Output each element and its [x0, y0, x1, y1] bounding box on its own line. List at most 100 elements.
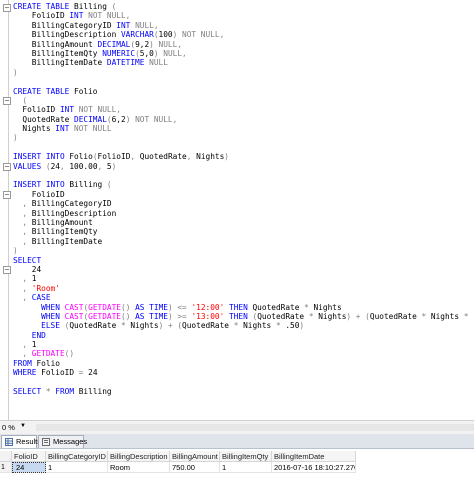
- column-header[interactable]: BillingCategoryID: [46, 451, 108, 462]
- tab-messages[interactable]: Messages: [38, 435, 87, 448]
- code-line[interactable]: BillingDescription VARCHAR(100) NOT NULL…: [13, 30, 474, 39]
- code-line[interactable]: WHEN CAST(GETDATE() AS TIME) <= '12:00' …: [13, 303, 474, 312]
- horizontal-scrollbar[interactable]: [36, 424, 474, 431]
- code-token: INT: [59, 105, 79, 115]
- code-line[interactable]: , CASE: [13, 293, 474, 302]
- code-line[interactable]: FolioID: [13, 190, 474, 199]
- code-line[interactable]: ELSE (QuotedRate * Nights) + (QuotedRate…: [13, 321, 474, 330]
- code-line[interactable]: WHEN CAST(GETDATE() AS TIME) >= '13:00' …: [13, 312, 474, 321]
- sql-editor[interactable]: − − − − − CREATE TABLE Billing ( FolioID…: [0, 0, 474, 420]
- code-line[interactable]: BillingItemDate DATETIME NULL: [13, 58, 474, 67]
- code-line[interactable]: FolioID INT NOT NULL,: [13, 105, 474, 114]
- code-line[interactable]: [13, 171, 474, 180]
- grid-cell[interactable]: 24: [12, 462, 46, 473]
- code-line[interactable]: END: [13, 331, 474, 340]
- collapse-toggle-icon[interactable]: −: [3, 4, 11, 12]
- code-token: ,: [97, 161, 107, 171]
- collapse-toggle-icon[interactable]: −: [3, 266, 11, 274]
- code-line[interactable]: CREATE TABLE Billing (: [13, 2, 474, 11]
- code-token: QuotedRate: [69, 321, 121, 331]
- code-token: ) NOT NULL,: [172, 30, 225, 40]
- code-line[interactable]: BillingAmount DECIMAL(9,2) NULL,: [13, 40, 474, 49]
- code-line[interactable]: , GETDATE(): [13, 349, 474, 358]
- code-line[interactable]: (: [13, 96, 474, 105]
- code-line[interactable]: 24: [13, 265, 474, 274]
- code-line[interactable]: , 1: [13, 340, 474, 349]
- code-token: DECIMAL: [74, 114, 107, 124]
- code-line[interactable]: ): [13, 246, 474, 255]
- column-header[interactable]: BillingItemQty: [220, 451, 272, 462]
- collapse-toggle-icon[interactable]: −: [3, 191, 11, 199]
- collapse-toggle-icon[interactable]: −: [3, 97, 11, 105]
- code-line[interactable]: , BillingCategoryID: [13, 199, 474, 208]
- code-line[interactable]: INSERT INTO Folio(FolioID, QuotedRate, N…: [13, 152, 474, 161]
- zoom-level[interactable]: 0 %: [2, 423, 15, 432]
- code-token: BillingItemQty: [31, 227, 98, 237]
- code-token: FolioID: [97, 152, 131, 162]
- code-token: NOT NULL: [74, 124, 112, 134]
- code-line[interactable]: INSERT INTO Billing (: [13, 180, 474, 189]
- code-line[interactable]: [13, 378, 474, 387]
- code-token: ) NOT NULL,: [125, 114, 178, 124]
- code-line[interactable]: FROM Folio: [13, 359, 474, 368]
- code-token: FROM: [13, 358, 37, 368]
- code-line[interactable]: BillingCategoryID INT NULL,: [13, 21, 474, 30]
- code-token: *: [421, 311, 431, 321]
- code-token: ,: [13, 274, 32, 284]
- code-line[interactable]: WHERE FolioID = 24: [13, 368, 474, 377]
- code-token: GETDATE: [31, 349, 65, 359]
- code-line[interactable]: , BillingAmount: [13, 218, 474, 227]
- code-line[interactable]: [13, 77, 474, 86]
- code-line[interactable]: , 1: [13, 274, 474, 283]
- code-token: 24: [50, 161, 60, 171]
- column-header[interactable]: BillingItemDate: [272, 451, 356, 462]
- code-token: Folio: [69, 152, 93, 162]
- grid-cell[interactable]: 2016-07-16 18:10:27.270: [272, 462, 356, 473]
- select-all-corner[interactable]: [0, 451, 12, 462]
- chevron-down-icon[interactable]: ▼: [20, 423, 26, 429]
- code-line[interactable]: ): [13, 133, 474, 142]
- code-line[interactable]: BillingItemQty NUMERIC(5,0) NULL,: [13, 49, 474, 58]
- code-line[interactable]: , BillingDescription: [13, 209, 474, 218]
- code-token: FolioID: [13, 189, 65, 199]
- code-line[interactable]: FolioID INT NOT NULL,: [13, 11, 474, 20]
- results-grid[interactable]: FolioID BillingCategoryID BillingDescrip…: [0, 449, 474, 488]
- grid-cell[interactable]: Room: [108, 462, 170, 473]
- code-line[interactable]: [13, 143, 474, 152]
- sql-code[interactable]: CREATE TABLE Billing ( FolioID INT NOT N…: [13, 2, 474, 396]
- table-row[interactable]: 1 24 1 Room 750.00 1 2016-07-16 18:10:27…: [0, 462, 474, 473]
- code-token: Billing: [78, 387, 112, 397]
- code-token: INT: [69, 11, 89, 21]
- code-token: Nights: [130, 321, 159, 331]
- column-header[interactable]: BillingDescription: [108, 451, 170, 462]
- tab-results[interactable]: Results: [1, 435, 41, 448]
- row-number[interactable]: 1: [0, 462, 12, 473]
- column-header[interactable]: BillingAmount: [170, 451, 220, 462]
- code-token: '13:00': [191, 311, 229, 321]
- code-token: ,: [13, 236, 32, 246]
- code-line[interactable]: ): [13, 68, 474, 77]
- code-line[interactable]: QuotedRate DECIMAL(6,2) NOT NULL,: [13, 115, 474, 124]
- code-line[interactable]: , BillingItemDate: [13, 237, 474, 246]
- code-token: Nights: [430, 311, 464, 321]
- grid-cell[interactable]: 1: [46, 462, 108, 473]
- code-token: GETDATE: [88, 311, 121, 321]
- code-line[interactable]: , BillingItemQty: [13, 227, 474, 236]
- collapse-toggle-icon[interactable]: −: [3, 163, 11, 171]
- code-line[interactable]: SELECT * FROM Billing: [13, 387, 474, 396]
- grid-cell[interactable]: 750.00: [170, 462, 220, 473]
- code-line[interactable]: CREATE TABLE Folio: [13, 87, 474, 96]
- code-token: ) NULL,: [149, 39, 183, 49]
- grid-cell[interactable]: 1: [220, 462, 272, 473]
- code-token: Folio: [74, 86, 98, 96]
- code-line[interactable]: Nights INT NOT NULL: [13, 124, 474, 133]
- code-token: ,: [59, 161, 70, 171]
- code-token: ) NULL,: [153, 48, 187, 58]
- code-token: (): [64, 349, 75, 359]
- column-header[interactable]: FolioID: [12, 451, 46, 462]
- code-line[interactable]: , 'Room': [13, 284, 474, 293]
- code-line[interactable]: VALUES (24, 100.00, 5): [13, 162, 474, 171]
- code-line[interactable]: SELECT: [13, 256, 474, 265]
- zoom-bar: 0 % ▼: [0, 420, 474, 434]
